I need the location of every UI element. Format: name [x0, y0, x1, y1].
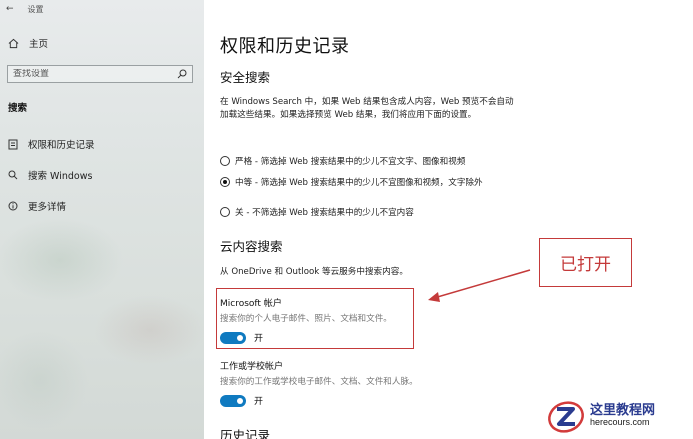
watermark-text: 这里教程网 herecours.com: [590, 402, 656, 428]
watermark: 这里教程网 herecours.com: [546, 395, 691, 437]
settings-window: ← 设置 主页 搜索 权限和历史记录 搜索 Window: [0, 0, 693, 439]
watermark-url: herecours.com: [590, 417, 650, 428]
watermark-name: 这里教程网: [590, 402, 656, 418]
annotation-arrow: [428, 269, 531, 302]
annotation-box: 已打开: [539, 238, 632, 287]
watermark-logo-icon: [546, 397, 586, 435]
